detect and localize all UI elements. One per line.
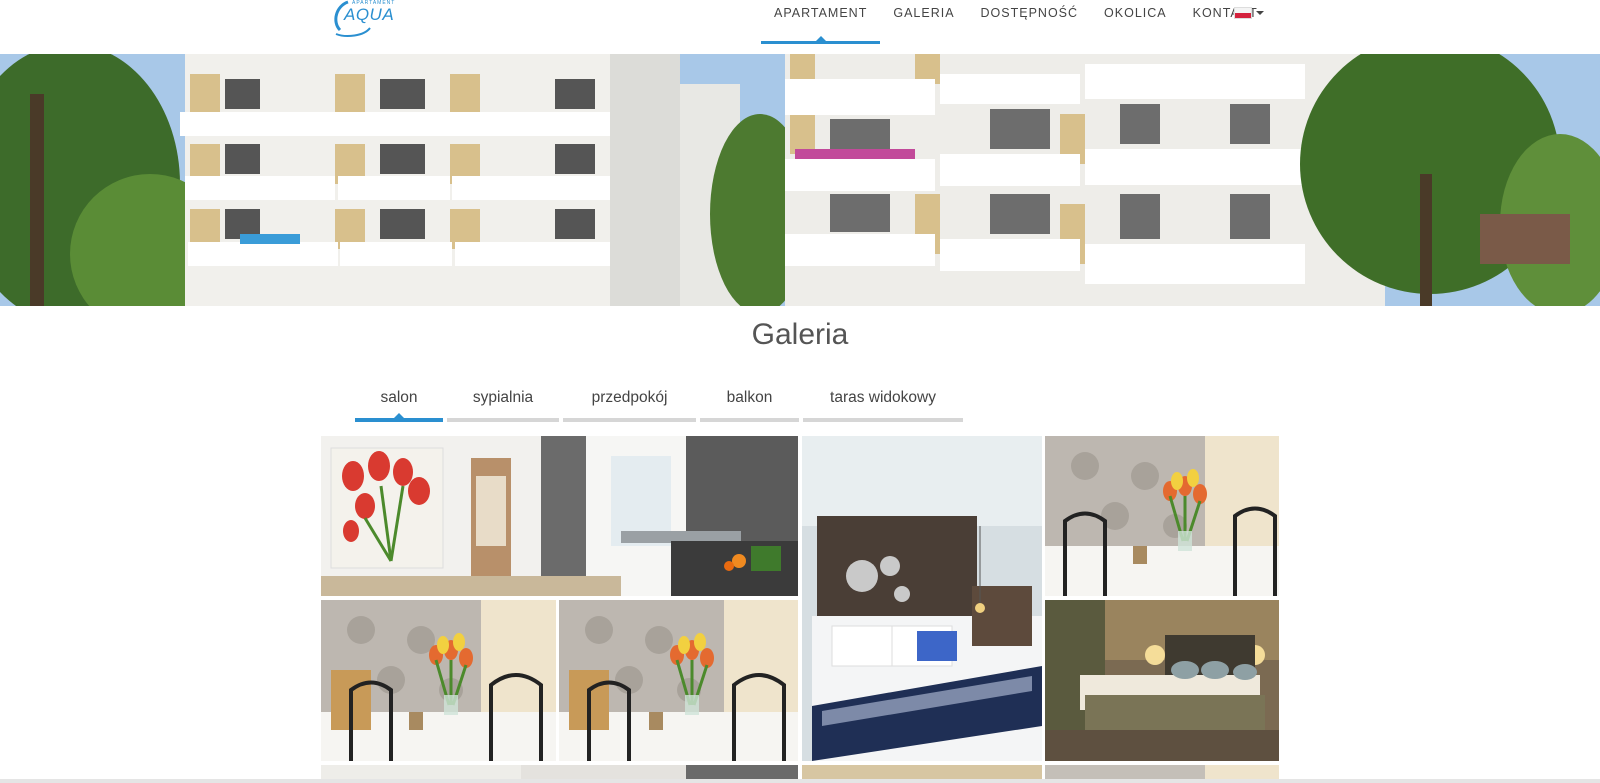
tab-sypialnia[interactable]: sypialnia: [447, 389, 559, 422]
logo-title: AQUA: [344, 5, 395, 24]
gallery-photo-bedroom-blue[interactable]: [802, 436, 1042, 761]
page-bottom-divider: [0, 779, 1600, 783]
gallery-photo-bedroom-warm[interactable]: [1045, 600, 1279, 761]
tab-salon[interactable]: salon: [355, 389, 443, 422]
hero-building-image: [0, 54, 1600, 306]
tab-taras-widokowy[interactable]: taras widokowy: [803, 389, 963, 422]
nav-item-apartament[interactable]: APARTAMENT: [761, 0, 881, 44]
gallery-photo-living-room[interactable]: [321, 436, 798, 596]
hero-banner: [0, 54, 1600, 306]
tab-przedpokoj[interactable]: przedpokój: [563, 389, 696, 422]
gallery-photo-dining-tulips-3[interactable]: [559, 600, 798, 761]
main-nav: APARTAMENT GALERIA DOSTĘPNOŚĆ OKOLICA KO…: [761, 0, 1271, 44]
language-selector[interactable]: [1234, 7, 1264, 19]
gallery-tabs: salon sypialnia przedpokój balkon taras …: [355, 389, 963, 422]
tab-balkon[interactable]: balkon: [700, 389, 799, 422]
gallery-photo-dining-tulips-1[interactable]: [1045, 436, 1279, 596]
chevron-down-icon: [1256, 11, 1264, 15]
gallery-title: Galeria: [751, 318, 849, 351]
polish-flag-icon: [1234, 7, 1252, 19]
nav-item-dostepnosc[interactable]: DOSTĘPNOŚĆ: [968, 0, 1092, 44]
gallery-photo-dining-tulips-2[interactable]: [321, 600, 556, 761]
site-header: APARTAMENT AQUA APARTAMENT GALERIA DOSTĘ…: [0, 0, 1600, 54]
nav-item-okolica[interactable]: OKOLICA: [1091, 0, 1180, 44]
nav-item-galeria[interactable]: GALERIA: [880, 0, 967, 44]
